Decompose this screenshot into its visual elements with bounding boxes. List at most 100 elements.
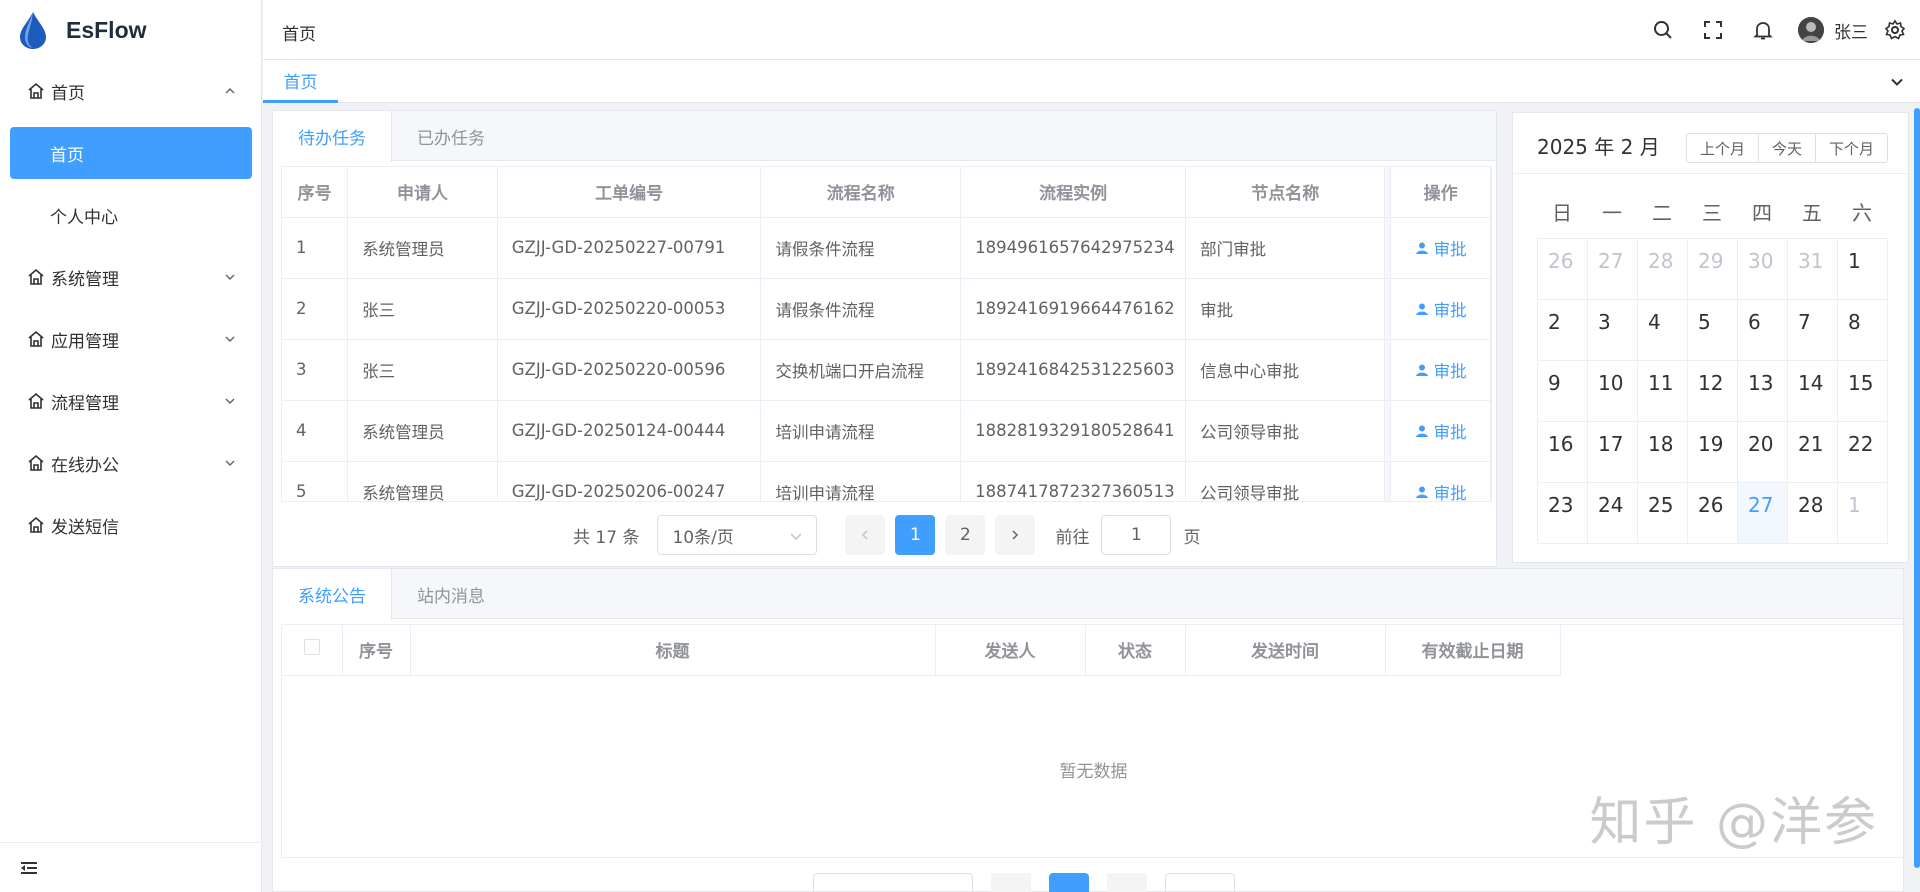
calendar-day[interactable]: 5 (1687, 299, 1738, 361)
sidebar-item-2[interactable]: 应用管理 (0, 308, 261, 370)
home-icon (28, 82, 44, 99)
calendar-day[interactable]: 27 (1737, 482, 1788, 544)
table-cell: GZJJ-GD-20250220-00053 (497, 278, 762, 340)
tab-done-tasks[interactable]: 已办任务 (392, 111, 510, 161)
sidebar-subitem-0[interactable]: 首页 (10, 127, 252, 179)
calendar-day[interactable]: 28 (1637, 238, 1688, 300)
calendar-day[interactable]: 24 (1587, 482, 1638, 544)
calendar-day[interactable]: 28 (1787, 482, 1838, 544)
action-cell: 审批 (1390, 278, 1491, 340)
sidebar-item-1[interactable]: 系统管理 (0, 246, 261, 308)
breadcrumb[interactable]: 首页 (282, 20, 316, 45)
notices-goto[interactable] (1165, 873, 1235, 892)
avatar[interactable] (1798, 17, 1824, 43)
table-cell: 张三 (347, 339, 498, 401)
calendar-day[interactable]: 2 (1537, 299, 1588, 361)
calendar-day[interactable]: 20 (1737, 421, 1788, 483)
table-row[interactable]: 5 系统管理员 GZJJ-GD-20250206-00247 培训申请流程 188741… (282, 461, 1491, 501)
approve-button[interactable]: 审批 (1391, 358, 1489, 382)
today-button[interactable]: 今天 (1759, 134, 1816, 162)
notices-prev[interactable] (991, 873, 1031, 892)
approve-button[interactable]: 审批 (1391, 480, 1489, 501)
table-row[interactable]: 3 张三 GZJJ-GD-20250220-00596 交换机端口开启流程 189241… (282, 339, 1491, 401)
approve-button[interactable]: 审批 (1391, 236, 1489, 260)
search-icon[interactable] (1652, 19, 1674, 41)
calendar-day[interactable]: 30 (1737, 238, 1788, 300)
notices-page-1[interactable] (1049, 873, 1089, 892)
calendar-day[interactable]: 19 (1687, 421, 1738, 483)
approve-button[interactable]: 审批 (1391, 297, 1489, 321)
calendar-day[interactable]: 25 (1637, 482, 1688, 544)
calendar-day[interactable]: 27 (1587, 238, 1638, 300)
page-scrollbar[interactable] (1914, 108, 1920, 868)
calendar-day[interactable]: 3 (1587, 299, 1638, 361)
calendar-day[interactable]: 15 (1837, 360, 1888, 422)
calendar-day[interactable]: 16 (1537, 421, 1588, 483)
calendar-day[interactable]: 31 (1787, 238, 1838, 300)
fullscreen-icon[interactable] (1702, 19, 1724, 41)
tags-bar: 首页 (263, 60, 1920, 103)
column-header: 工单编号 (497, 167, 762, 218)
calendar-day[interactable]: 26 (1687, 482, 1738, 544)
approve-label: 审批 (1433, 422, 1467, 442)
bell-icon[interactable] (1752, 19, 1774, 41)
top-header: 首页 张三 (263, 0, 1920, 60)
calendar-day[interactable]: 9 (1537, 360, 1588, 422)
sidebar-item-3[interactable]: 流程管理 (0, 370, 261, 432)
calendar-day[interactable]: 1 (1837, 238, 1888, 300)
next-month-button[interactable]: 下个月 (1816, 134, 1887, 162)
calendar-day[interactable]: 14 (1787, 360, 1838, 422)
table-cell: 公司领导审批 (1185, 400, 1386, 462)
calendar-day[interactable]: 21 (1787, 421, 1838, 483)
page-1-button[interactable]: 1 (895, 515, 936, 555)
calendar-day[interactable]: 22 (1837, 421, 1888, 483)
page-size-select[interactable]: 10条/页 (657, 515, 818, 555)
page-2-button[interactable]: 2 (945, 515, 986, 555)
notices-page-size[interactable] (813, 873, 973, 892)
calendar-day[interactable]: 13 (1737, 360, 1788, 422)
next-page-button[interactable] (995, 515, 1036, 555)
calendar-day[interactable]: 1 (1837, 482, 1888, 544)
notice-column-header: 发送人 (935, 625, 1086, 676)
calendar-day[interactable]: 29 (1687, 238, 1738, 300)
calendar-day[interactable]: 8 (1837, 299, 1888, 361)
goto-page-input[interactable]: 1 (1101, 515, 1172, 555)
calendar-day[interactable]: 6 (1737, 299, 1788, 361)
calendar-day[interactable]: 4 (1637, 299, 1688, 361)
table-cell: 培训申请流程 (760, 461, 962, 501)
sidebar-collapse-button[interactable] (0, 842, 262, 892)
username[interactable]: 张三 (1834, 18, 1868, 43)
column-header: 序号 (282, 167, 349, 218)
prev-page-button[interactable] (845, 515, 886, 555)
calendar-day[interactable]: 12 (1687, 360, 1738, 422)
tab-pending-tasks[interactable]: 待办任务 (273, 111, 392, 162)
action-cell: 审批 (1390, 400, 1491, 462)
chevron-down-icon[interactable] (1890, 75, 1904, 89)
table-row[interactable]: 1 系统管理员 GZJJ-GD-20250227-00791 请假条件流程 189496… (282, 217, 1491, 279)
tab-site-messages[interactable]: 站内消息 (392, 569, 510, 619)
table-row[interactable]: 4 系统管理员 GZJJ-GD-20250124-00444 培训申请流程 188281… (282, 400, 1491, 462)
table-row[interactable]: 2 张三 GZJJ-GD-20250220-00053 请假条件流程 189241691… (282, 278, 1491, 340)
sidebar-item-0[interactable]: 首页 (0, 60, 261, 122)
sidebar-subitem-1[interactable]: 个人中心 (0, 184, 261, 246)
select-all-checkbox[interactable] (303, 639, 320, 656)
sidebar-item-5[interactable]: 发送短信 (0, 494, 261, 556)
approve-button[interactable]: 审批 (1391, 419, 1489, 443)
calendar-day[interactable]: 26 (1537, 238, 1588, 300)
calendar-day[interactable]: 23 (1537, 482, 1588, 544)
sidebar-item-4[interactable]: 在线办公 (0, 432, 261, 494)
notices-tabs: 系统公告 站内消息 (273, 569, 1903, 620)
calendar-day[interactable]: 10 (1587, 360, 1638, 422)
calendar-day[interactable]: 17 (1587, 421, 1638, 483)
sidebar-item-label: 发送短信 (51, 517, 119, 538)
calendar-day[interactable]: 11 (1637, 360, 1688, 422)
tag-home[interactable]: 首页 (263, 60, 338, 103)
logo[interactable]: EsFlow (0, 0, 261, 60)
chevron-down-icon (225, 336, 235, 342)
notices-next[interactable] (1107, 873, 1147, 892)
tab-system-notices[interactable]: 系统公告 (273, 569, 392, 620)
calendar-day[interactable]: 7 (1787, 299, 1838, 361)
prev-month-button[interactable]: 上个月 (1687, 134, 1759, 162)
calendar-day[interactable]: 18 (1637, 421, 1688, 483)
settings-gear-icon[interactable] (1884, 19, 1906, 41)
